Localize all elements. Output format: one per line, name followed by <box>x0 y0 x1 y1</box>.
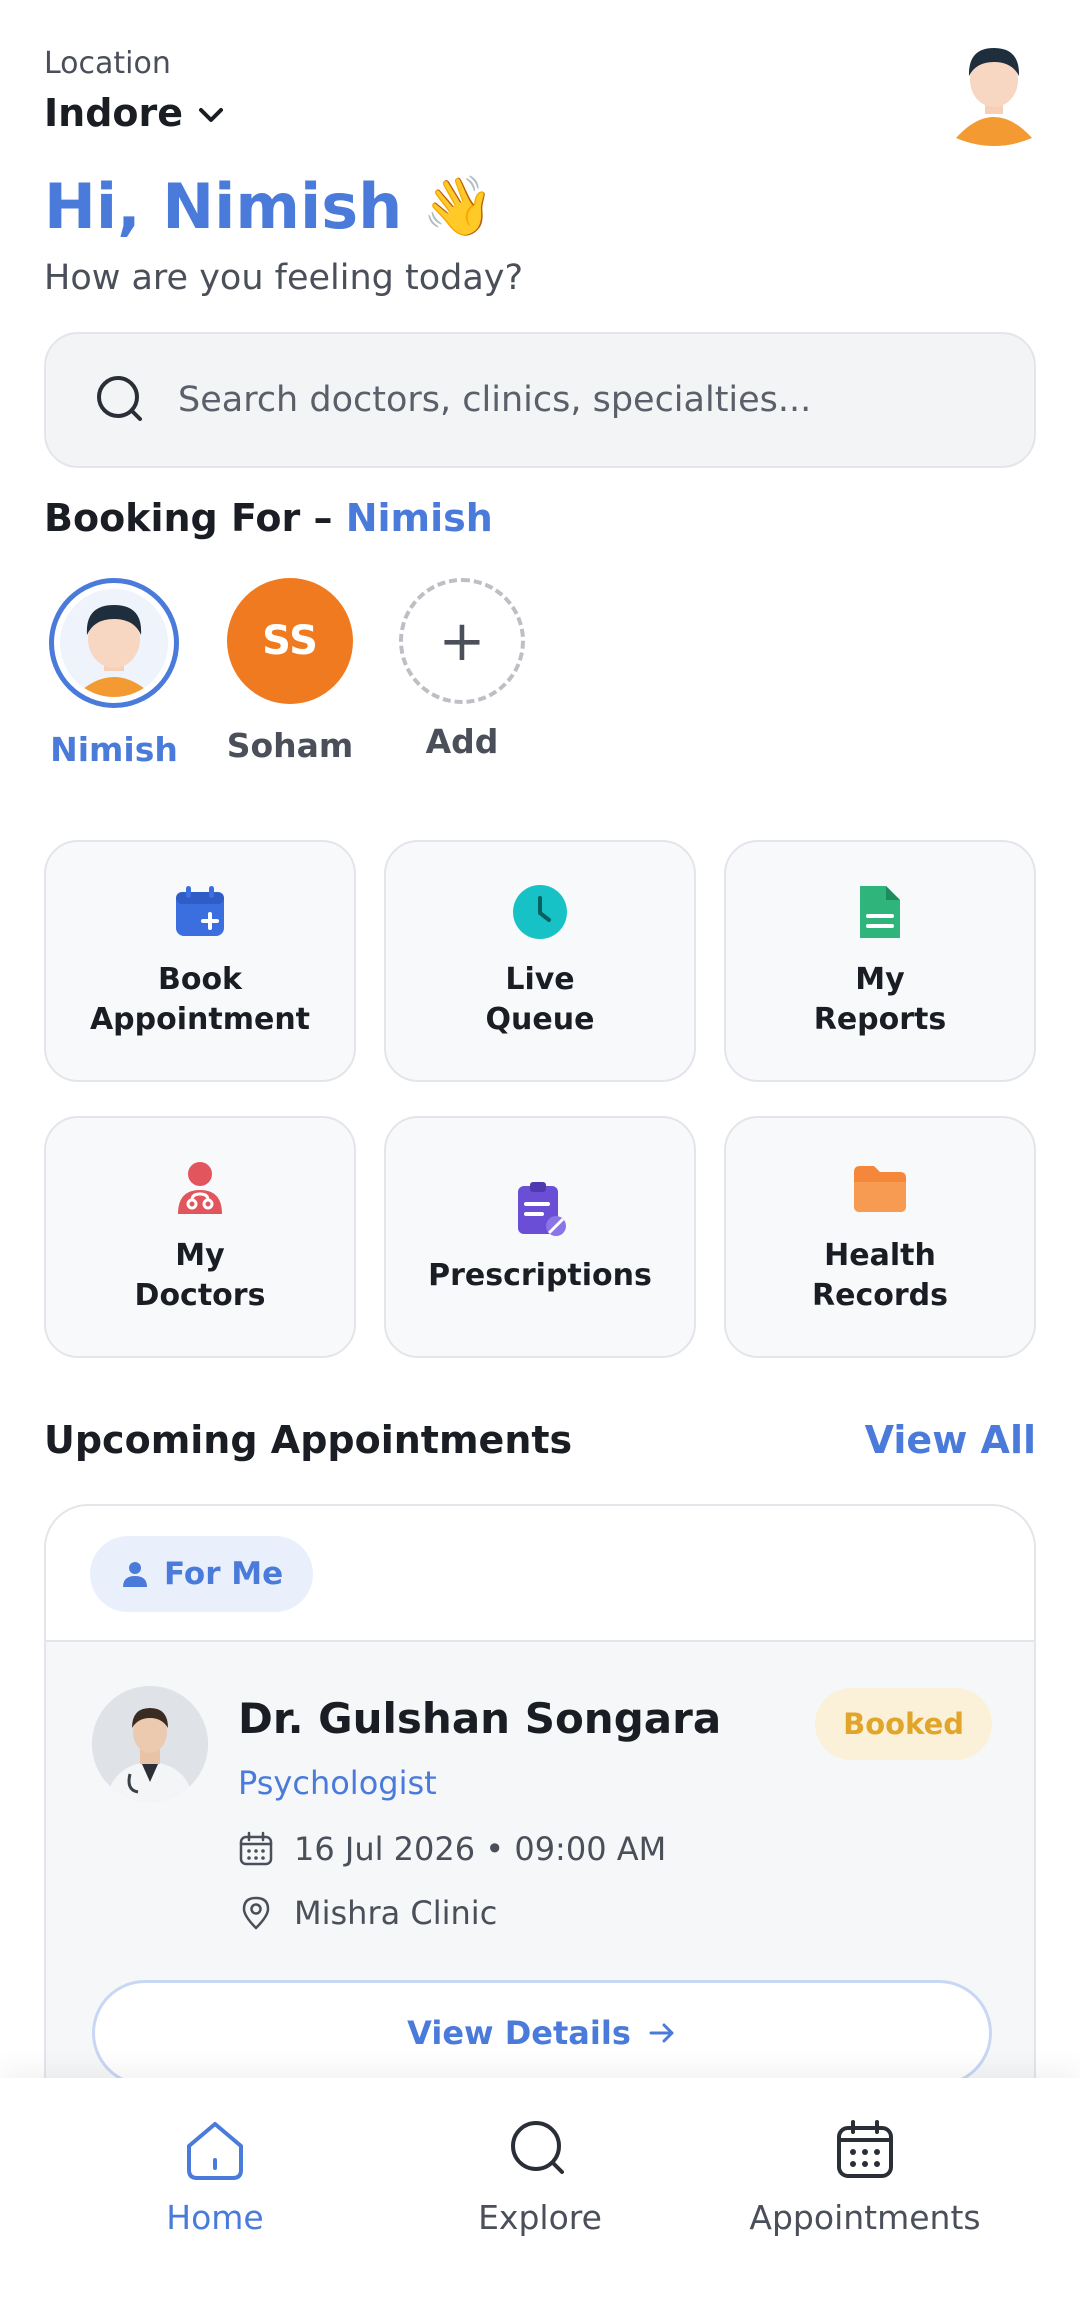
doctor-photo <box>92 1686 208 1802</box>
bottom-navigation: Home Explore Appointments <box>0 2078 1080 2312</box>
profile-avatar[interactable] <box>952 38 1036 148</box>
wave-emoji-icon: 👋 <box>422 172 495 240</box>
arrow-right-icon <box>649 2023 674 2043</box>
doctor-specialty: Psychologist <box>238 1764 437 1802</box>
member-soham[interactable]: SS Soham <box>220 578 360 765</box>
tile-prescriptions[interactable]: Prescriptions <box>384 1116 696 1358</box>
search-bar[interactable] <box>44 332 1036 468</box>
tile-label: Health Records <box>812 1238 948 1313</box>
booking-for-selected: Nimish <box>345 496 493 540</box>
member-avatar <box>49 578 179 708</box>
nav-label: Appointments <box>749 2198 981 2237</box>
member-label: Nimish <box>50 730 178 769</box>
filter-chip-for-me[interactable]: For Me <box>90 1536 314 1612</box>
calendar-icon <box>837 2120 893 2178</box>
nav-appointments[interactable]: Appointments <box>715 2116 1015 2237</box>
appointment-datetime: 16 Jul 2026 • 09:00 AM <box>238 1830 666 1868</box>
booking-for-title: Booking For – Nimish <box>44 496 493 540</box>
upcoming-appointments-title: Upcoming Appointments <box>44 1418 573 1462</box>
tile-label: My Reports <box>813 962 947 1037</box>
calendar-icon <box>239 1831 273 1866</box>
view-details-label: View Details <box>407 2014 631 2052</box>
view-details-button[interactable]: View Details <box>92 1980 992 2086</box>
search-icon <box>511 2121 564 2174</box>
tile-label: Live Queue <box>485 962 595 1037</box>
chevron-down-icon <box>199 108 224 122</box>
tile-label: Prescriptions <box>428 1258 652 1293</box>
location-label: Location <box>44 46 171 81</box>
view-all-link[interactable]: View All <box>865 1418 1036 1462</box>
nav-label: Explore <box>478 2198 602 2237</box>
appointment-location: Mishra Clinic <box>238 1894 497 1932</box>
clinic-text: Mishra Clinic <box>294 1894 498 1932</box>
tile-book-appointment[interactable]: Book Appointment <box>44 840 356 1082</box>
location-selector[interactable]: Indore <box>44 91 1036 135</box>
tile-health-records[interactable]: Health Records <box>724 1116 1036 1358</box>
nav-home[interactable]: Home <box>65 2116 365 2237</box>
member-initials-avatar: SS <box>227 578 353 704</box>
search-icon <box>97 376 142 421</box>
member-label: Add <box>425 722 499 761</box>
person-icon <box>123 1562 147 1587</box>
doctor-icon <box>178 1162 222 1214</box>
doctor-name: Dr. Gulshan Songara <box>238 1694 722 1743</box>
add-member-button[interactable]: + Add <box>392 578 532 761</box>
tile-live-queue[interactable]: Live Queue <box>384 840 696 1082</box>
search-input[interactable] <box>178 380 998 420</box>
appointment-card: For Me Dr. Gulshan Songara Psychologist … <box>44 1504 1036 2144</box>
calendar-plus-icon <box>176 886 224 936</box>
nav-explore[interactable]: Explore <box>390 2116 690 2237</box>
folder-icon <box>854 1166 906 1212</box>
location-header: Location Indore <box>44 46 1036 166</box>
location-pin-icon <box>242 1896 270 1930</box>
greeting-subtitle: How are you feeling today? <box>44 258 524 298</box>
tile-label: Book Appointment <box>89 962 311 1037</box>
greeting: Hi, Nimish 👋 <box>44 170 495 243</box>
member-nimish[interactable]: Nimish <box>44 578 184 769</box>
plus-icon: + <box>399 578 525 704</box>
nav-label: Home <box>166 2198 264 2237</box>
member-label: Soham <box>226 726 354 765</box>
home-icon <box>187 2122 243 2180</box>
tile-label: My Doctors <box>134 1238 266 1313</box>
clock-icon <box>513 885 567 939</box>
status-badge: Booked <box>815 1688 992 1760</box>
prescription-clipboard-icon <box>518 1182 566 1236</box>
tile-my-doctors[interactable]: My Doctors <box>44 1116 356 1358</box>
tile-my-reports[interactable]: My Reports <box>724 840 1036 1082</box>
chip-label: For Me <box>164 1556 284 1592</box>
avatar <box>60 589 168 697</box>
greeting-title: Hi, Nimish <box>44 170 403 243</box>
datetime-text: 16 Jul 2026 • 09:00 AM <box>294 1830 667 1868</box>
location-city: Indore <box>44 91 184 135</box>
booking-for-label: Booking For – <box>44 496 333 540</box>
appointment-details: Dr. Gulshan Songara Psychologist Booked … <box>46 1640 1034 2142</box>
document-icon <box>860 886 900 938</box>
